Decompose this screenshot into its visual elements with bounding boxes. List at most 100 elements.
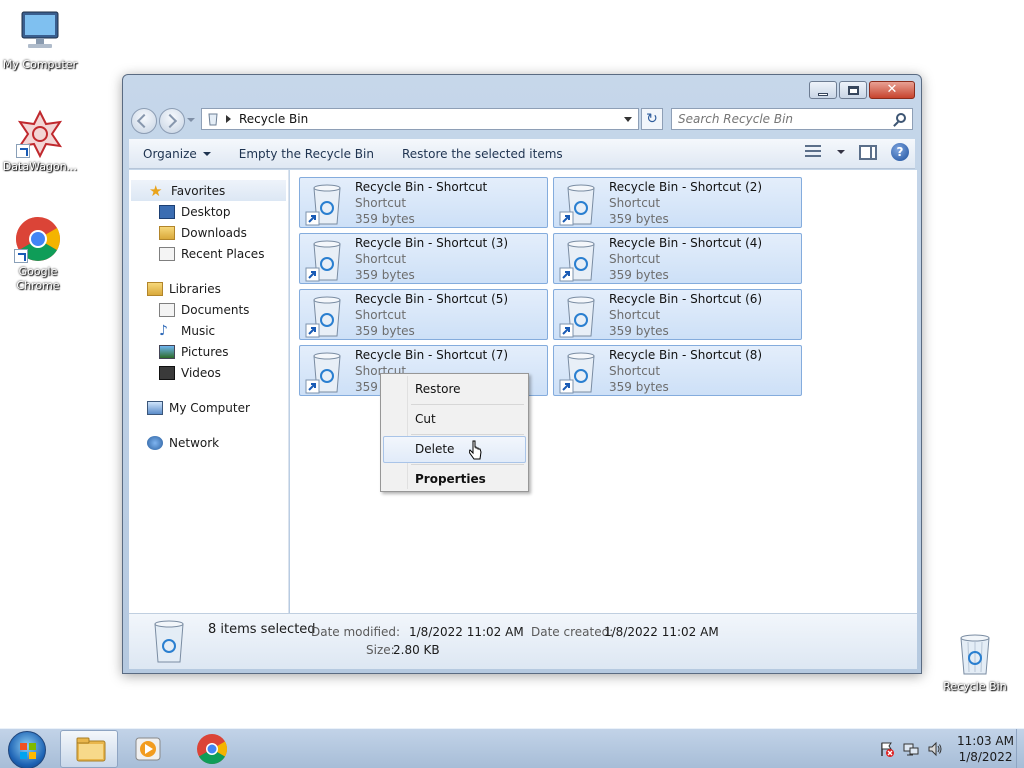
downloads-folder-icon bbox=[159, 225, 175, 240]
nav-favorites[interactable]: ★ Favorites bbox=[131, 180, 286, 201]
taskbar-explorer-button[interactable] bbox=[60, 730, 118, 768]
file-size: 359 bytes bbox=[355, 212, 415, 226]
organize-button[interactable]: Organize bbox=[129, 147, 225, 161]
menu-item-properties[interactable]: Properties bbox=[383, 466, 526, 493]
search-input[interactable] bbox=[672, 109, 882, 129]
maximize-button[interactable] bbox=[839, 81, 867, 99]
navigation-pane: ★ Favorites Desktop Downloads Recent Plac… bbox=[129, 170, 289, 613]
size-value: 2.80 KB bbox=[393, 643, 440, 657]
recent-pages-dropdown[interactable] bbox=[187, 118, 195, 122]
pictures-icon bbox=[159, 344, 175, 359]
nav-recent-places[interactable]: Recent Places bbox=[129, 243, 288, 264]
file-tile[interactable]: Recycle Bin - Shortcut (3) Shortcut 359 … bbox=[299, 233, 548, 284]
taskbar-chrome-button[interactable] bbox=[183, 730, 241, 768]
file-tile[interactable]: Recycle Bin - Shortcut (2) Shortcut 359 … bbox=[553, 177, 802, 228]
nav-videos[interactable]: Videos bbox=[129, 362, 288, 383]
preview-pane-icon[interactable] bbox=[859, 144, 877, 160]
computer-group: My Computer bbox=[129, 397, 288, 418]
nav-label: Downloads bbox=[181, 225, 247, 240]
minimize-icon bbox=[818, 92, 828, 96]
network-status-icon[interactable] bbox=[903, 741, 919, 757]
size-label: Size: bbox=[366, 643, 395, 657]
desktop-icon-recycle-bin[interactable]: Recycle Bin bbox=[935, 630, 1015, 694]
nav-label: Videos bbox=[181, 365, 221, 380]
forward-button[interactable] bbox=[159, 108, 185, 134]
file-name: Recycle Bin - Shortcut (4) bbox=[609, 236, 763, 250]
action-center-flag-icon[interactable] bbox=[879, 741, 895, 757]
recycle-bin-icon bbox=[208, 113, 218, 126]
recycle-bin-icon bbox=[154, 620, 184, 663]
file-tile[interactable]: Recycle Bin - Shortcut (4) Shortcut 359 … bbox=[553, 233, 802, 284]
nav-libraries[interactable]: Libraries bbox=[129, 278, 288, 299]
desktop-icon-google-chrome[interactable]: Google Chrome bbox=[0, 215, 78, 293]
chrome-icon bbox=[197, 734, 228, 765]
desktop-icon-datawagon[interactable]: DataWagon... bbox=[0, 109, 80, 174]
date-modified-value: 1/8/2022 11:02 AM bbox=[409, 625, 524, 639]
change-view-icon[interactable] bbox=[805, 144, 823, 160]
restore-selected-button[interactable]: Restore the selected items bbox=[388, 147, 577, 161]
breadcrumb[interactable]: Recycle Bin bbox=[239, 112, 624, 126]
file-tile[interactable]: Recycle Bin - Shortcut (5) Shortcut 359 … bbox=[299, 289, 548, 340]
refresh-button[interactable]: ↻ bbox=[641, 108, 663, 130]
documents-icon bbox=[159, 302, 175, 317]
nav-label: Libraries bbox=[169, 281, 221, 296]
search-box[interactable] bbox=[671, 108, 913, 130]
nav-pictures[interactable]: Pictures bbox=[129, 341, 288, 362]
file-type: Shortcut bbox=[609, 196, 661, 210]
menu-item-delete[interactable]: Delete bbox=[383, 436, 526, 463]
menu-item-cut[interactable]: Cut bbox=[383, 406, 526, 433]
nav-downloads[interactable]: Downloads bbox=[129, 222, 288, 243]
view-options-dropdown[interactable] bbox=[837, 150, 845, 154]
menu-item-restore[interactable]: Restore bbox=[383, 376, 526, 403]
file-tile[interactable]: Recycle Bin - Shortcut Shortcut 359 byte… bbox=[299, 177, 548, 228]
desktop-icon-label: My Computer bbox=[2, 58, 78, 71]
file-size: 359 bytes bbox=[355, 268, 415, 282]
file-size: 359 bbox=[355, 380, 378, 394]
desktop-icon-my-computer[interactable]: My Computer bbox=[0, 8, 80, 72]
nav-label: Documents bbox=[181, 302, 250, 317]
start-button[interactable] bbox=[8, 731, 46, 768]
file-tile[interactable]: Recycle Bin - Shortcut (8) Shortcut 359 … bbox=[553, 345, 802, 396]
file-name: Recycle Bin - Shortcut (3) bbox=[355, 236, 509, 250]
star-icon: ★ bbox=[149, 181, 163, 200]
file-size: 359 bytes bbox=[609, 380, 669, 394]
back-button[interactable] bbox=[131, 108, 157, 134]
minimize-button[interactable] bbox=[809, 81, 837, 99]
libraries-group: Libraries Documents ♪ Music Pictures Vide… bbox=[129, 278, 288, 383]
nav-documents[interactable]: Documents bbox=[129, 299, 288, 320]
computer-icon bbox=[16, 8, 64, 56]
favorites-group: ★ Favorites Desktop Downloads Recent Plac… bbox=[129, 180, 288, 264]
address-bar[interactable]: Recycle Bin bbox=[201, 108, 639, 130]
nav-network[interactable]: Network bbox=[129, 432, 288, 453]
taskbar-media-player-button[interactable] bbox=[120, 730, 178, 768]
system-tray: 11:03 AM 1/8/2022 bbox=[871, 729, 1014, 768]
search-icon[interactable] bbox=[896, 113, 906, 123]
close-icon: ✕ bbox=[886, 82, 898, 97]
nav-my-computer[interactable]: My Computer bbox=[129, 397, 288, 418]
taskbar-clock[interactable]: 11:03 AM 1/8/2022 bbox=[957, 733, 1014, 765]
show-desktop-button[interactable] bbox=[1016, 729, 1024, 768]
file-type: Shortcut bbox=[609, 308, 661, 322]
address-dropdown-icon[interactable] bbox=[624, 116, 632, 122]
folder-icon bbox=[76, 737, 106, 762]
empty-recycle-bin-button[interactable]: Empty the Recycle Bin bbox=[225, 147, 388, 161]
help-icon[interactable]: ? bbox=[891, 143, 909, 161]
file-size: 359 bytes bbox=[609, 212, 669, 226]
maximize-icon bbox=[847, 85, 859, 95]
file-type: Shortcut bbox=[355, 252, 407, 266]
nav-label: Network bbox=[169, 435, 220, 450]
nav-desktop[interactable]: Desktop bbox=[129, 201, 288, 222]
menu-separator bbox=[411, 404, 524, 405]
breadcrumb-arrow-icon[interactable] bbox=[226, 115, 231, 123]
shortcut-arrow-icon bbox=[16, 144, 30, 158]
mouse-pointer-icon bbox=[469, 440, 482, 460]
clock-date: 1/8/2022 bbox=[958, 750, 1013, 764]
file-tile[interactable]: Recycle Bin - Shortcut (6) Shortcut 359 … bbox=[553, 289, 802, 340]
recent-places-icon bbox=[159, 246, 175, 261]
desktop-icon bbox=[159, 204, 175, 219]
volume-icon[interactable] bbox=[927, 741, 943, 757]
nav-label: Desktop bbox=[181, 204, 231, 219]
shortcut-arrow-icon bbox=[14, 249, 28, 263]
nav-music[interactable]: ♪ Music bbox=[129, 320, 288, 341]
close-button[interactable]: ✕ bbox=[869, 81, 915, 99]
